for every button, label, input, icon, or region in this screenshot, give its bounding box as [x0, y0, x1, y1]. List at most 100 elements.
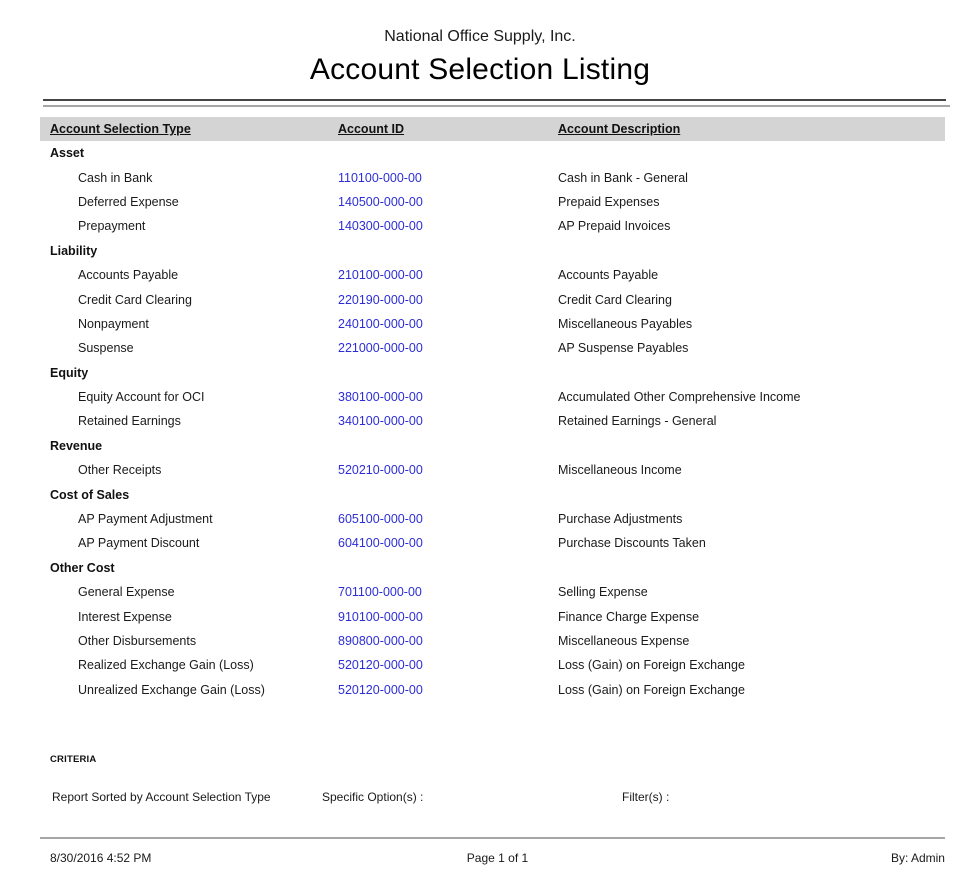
- account-description: Retained Earnings - General: [558, 414, 945, 428]
- account-description: AP Suspense Payables: [558, 341, 945, 355]
- account-selection-type: Cash in Bank: [40, 171, 338, 185]
- account-id-link[interactable]: 701100-000-00: [338, 585, 558, 599]
- account-selection-type: General Expense: [40, 585, 338, 599]
- account-id-link[interactable]: 520210-000-00: [338, 463, 558, 477]
- group-label: Equity: [40, 366, 338, 380]
- account-id-link[interactable]: 520120-000-00: [338, 658, 558, 672]
- criteria-label: CRITERIA: [50, 754, 96, 765]
- account-id-link[interactable]: 910100-000-00: [338, 610, 558, 624]
- account-description: Credit Card Clearing: [558, 293, 945, 307]
- account-selection-type: AP Payment Discount: [40, 536, 338, 550]
- account-description: Loss (Gain) on Foreign Exchange: [558, 683, 945, 697]
- account-row: Other Receipts520210-000-00Miscellaneous…: [40, 458, 945, 482]
- account-selection-type: Unrealized Exchange Gain (Loss): [40, 683, 338, 697]
- account-row: AP Payment Discount604100-000-00Purchase…: [40, 531, 945, 555]
- report-page: National Office Supply, Inc. Account Sel…: [0, 0, 960, 880]
- group-row: Revenue: [40, 434, 945, 458]
- account-row: Deferred Expense140500-000-00Prepaid Exp…: [40, 190, 945, 214]
- account-row: Other Disbursements890800-000-00Miscella…: [40, 629, 945, 653]
- group-label: Asset: [40, 146, 338, 160]
- account-description: Accumulated Other Comprehensive Income: [558, 390, 945, 404]
- account-id-link[interactable]: 221000-000-00: [338, 341, 558, 355]
- account-id-link[interactable]: 140300-000-00: [338, 219, 558, 233]
- account-table-body: Asset Cash in Bank110100-000-00Cash in Ba…: [40, 141, 945, 702]
- account-row: Retained Earnings340100-000-00Retained E…: [40, 409, 945, 433]
- group-row: Equity: [40, 361, 945, 385]
- company-name: National Office Supply, Inc.: [0, 28, 960, 46]
- account-selection-type: Other Disbursements: [40, 634, 338, 648]
- account-description: Accounts Payable: [558, 268, 945, 282]
- footer-rule: [40, 837, 945, 839]
- account-row: Nonpayment240100-000-00Miscellaneous Pay…: [40, 312, 945, 336]
- account-row: AP Payment Adjustment605100-000-00Purcha…: [40, 507, 945, 531]
- account-selection-type: Nonpayment: [40, 317, 338, 331]
- account-description: Loss (Gain) on Foreign Exchange: [558, 658, 945, 672]
- column-header-selection-type: Account Selection Type: [40, 122, 338, 136]
- account-selection-type: Interest Expense: [40, 610, 338, 624]
- account-selection-type: Retained Earnings: [40, 414, 338, 428]
- account-id-link[interactable]: 520120-000-00: [338, 683, 558, 697]
- title-rule-dark: [43, 99, 946, 101]
- group-row: Liability: [40, 239, 945, 263]
- account-description: Purchase Discounts Taken: [558, 536, 945, 550]
- account-row: Interest Expense910100-000-00Finance Cha…: [40, 604, 945, 628]
- account-selection-type: Deferred Expense: [40, 195, 338, 209]
- account-description: Miscellaneous Expense: [558, 634, 945, 648]
- group-row: Cost of Sales: [40, 482, 945, 506]
- criteria-filters: Filter(s) :: [622, 790, 669, 804]
- title-rule-light: [43, 105, 950, 107]
- account-row: Equity Account for OCI380100-000-00Accum…: [40, 385, 945, 409]
- account-id-link[interactable]: 380100-000-00: [338, 390, 558, 404]
- criteria-sorted-by: Report Sorted by Account Selection Type: [52, 790, 271, 804]
- report-title: Account Selection Listing: [0, 53, 960, 87]
- account-selection-type: AP Payment Adjustment: [40, 512, 338, 526]
- account-id-link[interactable]: 220190-000-00: [338, 293, 558, 307]
- account-description: Miscellaneous Payables: [558, 317, 945, 331]
- group-row: Other Cost: [40, 556, 945, 580]
- account-selection-type: Realized Exchange Gain (Loss): [40, 658, 338, 672]
- page-footer: 8/30/2016 4:52 PM Page 1 of 1 By: Admin: [40, 848, 945, 868]
- account-id-link[interactable]: 240100-000-00: [338, 317, 558, 331]
- footer-datetime: 8/30/2016 4:52 PM: [40, 851, 348, 865]
- account-selection-type: Prepayment: [40, 219, 338, 233]
- account-description: Prepaid Expenses: [558, 195, 945, 209]
- column-header-description: Account Description: [558, 122, 945, 136]
- footer-user: By: Admin: [647, 851, 945, 865]
- group-label: Other Cost: [40, 561, 338, 575]
- account-description: Selling Expense: [558, 585, 945, 599]
- column-header-account-id: Account ID: [338, 122, 558, 136]
- table-header-row: Account Selection Type Account ID Accoun…: [40, 117, 945, 141]
- footer-page-number: Page 1 of 1: [348, 851, 646, 865]
- group-label: Revenue: [40, 439, 338, 453]
- group-label: Cost of Sales: [40, 488, 338, 502]
- account-selection-type: Suspense: [40, 341, 338, 355]
- account-id-link[interactable]: 140500-000-00: [338, 195, 558, 209]
- account-row: General Expense701100-000-00Selling Expe…: [40, 580, 945, 604]
- account-description: Purchase Adjustments: [558, 512, 945, 526]
- account-row: Suspense221000-000-00AP Suspense Payable…: [40, 336, 945, 360]
- account-row: Cash in Bank110100-000-00Cash in Bank - …: [40, 165, 945, 189]
- account-row: Credit Card Clearing220190-000-00Credit …: [40, 287, 945, 311]
- group-label: Liability: [40, 244, 338, 258]
- account-selection-type: Credit Card Clearing: [40, 293, 338, 307]
- group-row: Asset: [40, 141, 945, 165]
- account-id-link[interactable]: 605100-000-00: [338, 512, 558, 526]
- account-selection-type: Accounts Payable: [40, 268, 338, 282]
- account-description: Miscellaneous Income: [558, 463, 945, 477]
- account-id-link[interactable]: 340100-000-00: [338, 414, 558, 428]
- account-row: Unrealized Exchange Gain (Loss)520120-00…: [40, 678, 945, 702]
- account-description: Finance Charge Expense: [558, 610, 945, 624]
- account-description: Cash in Bank - General: [558, 171, 945, 185]
- account-row: Prepayment140300-000-00AP Prepaid Invoic…: [40, 214, 945, 238]
- account-id-link[interactable]: 890800-000-00: [338, 634, 558, 648]
- account-id-link[interactable]: 604100-000-00: [338, 536, 558, 550]
- account-id-link[interactable]: 110100-000-00: [338, 171, 558, 185]
- account-description: AP Prepaid Invoices: [558, 219, 945, 233]
- criteria-specific-options: Specific Option(s) :: [322, 790, 423, 804]
- account-selection-type: Equity Account for OCI: [40, 390, 338, 404]
- account-row: Accounts Payable210100-000-00Accounts Pa…: [40, 263, 945, 287]
- account-row: Realized Exchange Gain (Loss)520120-000-…: [40, 653, 945, 677]
- account-selection-type: Other Receipts: [40, 463, 338, 477]
- account-table: Account Selection Type Account ID Accoun…: [40, 117, 945, 702]
- account-id-link[interactable]: 210100-000-00: [338, 268, 558, 282]
